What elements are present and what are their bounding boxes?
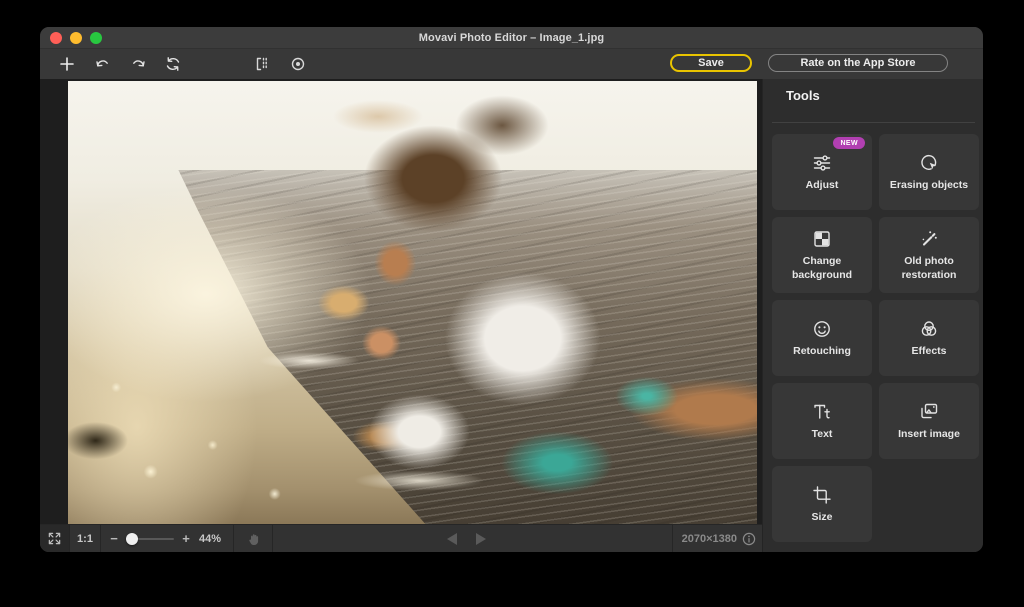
tools-grid: NEW Adjust Erasing objects	[772, 134, 979, 542]
tool-card-adjust[interactable]: NEW Adjust	[772, 134, 872, 210]
erasing-objects-icon	[918, 152, 940, 174]
tool-label: Retouching	[793, 345, 851, 358]
insert-image-icon	[918, 401, 940, 423]
tools-panel: Tools NEW Adjust E	[762, 79, 983, 552]
content-area: 1:1 − + 44% 2070×1380	[40, 79, 983, 552]
plus-icon[interactable]	[55, 52, 79, 76]
editor-canvas	[40, 79, 762, 524]
divider	[672, 525, 673, 552]
old-photo-restoration-icon	[918, 228, 940, 250]
tools-panel-title: Tools	[786, 88, 820, 103]
reset-icon[interactable]	[161, 52, 185, 76]
tool-card-change-background[interactable]: Change background	[772, 217, 872, 293]
tool-label: Text	[812, 428, 833, 441]
effects-circles-icon	[918, 318, 940, 340]
photo-figures-region	[68, 81, 757, 525]
toolbar: Save Rate on the App Store	[40, 49, 983, 79]
image-dimensions-value: 2070×1380	[682, 533, 737, 545]
image-dimensions: 2070×1380	[682, 525, 756, 552]
canvas-column: 1:1 − + 44% 2070×1380	[40, 79, 762, 552]
retouching-smiley-icon	[811, 318, 833, 340]
tool-card-size[interactable]: Size	[772, 466, 872, 542]
tool-label: Size	[811, 511, 832, 524]
show-original-icon[interactable]	[286, 52, 310, 76]
next-image-button[interactable]	[476, 533, 486, 545]
tool-label: Old photo restoration	[883, 255, 975, 281]
change-background-icon	[811, 228, 833, 250]
new-badge: NEW	[833, 137, 865, 149]
info-icon[interactable]	[742, 532, 756, 546]
tool-card-erasing-objects[interactable]: Erasing objects	[879, 134, 979, 210]
save-button[interactable]: Save	[670, 54, 752, 72]
hand-pan-icon[interactable]	[237, 525, 271, 552]
text-icon	[811, 401, 833, 423]
rate-app-store-button[interactable]: Rate on the App Store	[768, 54, 948, 72]
app-window: Movavi Photo Editor – Image_1.jpg	[40, 27, 983, 552]
divider	[100, 525, 101, 552]
photo-canvas[interactable]	[68, 81, 757, 525]
previous-image-button[interactable]	[447, 533, 457, 545]
tool-label: Erasing objects	[890, 179, 968, 192]
tool-card-old-photo-restoration[interactable]: Old photo restoration	[879, 217, 979, 293]
adjust-sliders-icon	[811, 152, 833, 174]
tool-card-retouching[interactable]: Retouching	[772, 300, 872, 376]
divider	[272, 525, 273, 552]
redo-icon[interactable]	[126, 52, 150, 76]
zoom-percent: 44%	[192, 525, 228, 552]
tool-label: Adjust	[806, 179, 839, 192]
tool-card-insert-image[interactable]: Insert image	[879, 383, 979, 459]
before-after-compare-icon[interactable]	[250, 52, 274, 76]
tool-label: Effects	[911, 345, 946, 358]
tool-card-effects[interactable]: Effects	[879, 300, 979, 376]
titlebar: Movavi Photo Editor – Image_1.jpg	[40, 27, 983, 49]
divider	[772, 122, 975, 123]
divider	[233, 525, 234, 552]
tool-label: Change background	[776, 255, 868, 281]
zoom-out-button[interactable]: −	[106, 525, 122, 552]
actual-size-button[interactable]: 1:1	[71, 525, 99, 552]
fit-screen-icon[interactable]	[40, 525, 70, 552]
zoom-slider-knob[interactable]	[126, 533, 138, 545]
tool-card-text[interactable]: Text	[772, 383, 872, 459]
size-crop-icon	[811, 484, 833, 506]
status-bar: 1:1 − + 44% 2070×1380	[40, 524, 762, 552]
window-title: Movavi Photo Editor – Image_1.jpg	[40, 27, 983, 48]
undo-icon[interactable]	[91, 52, 115, 76]
tool-label: Insert image	[898, 428, 960, 441]
